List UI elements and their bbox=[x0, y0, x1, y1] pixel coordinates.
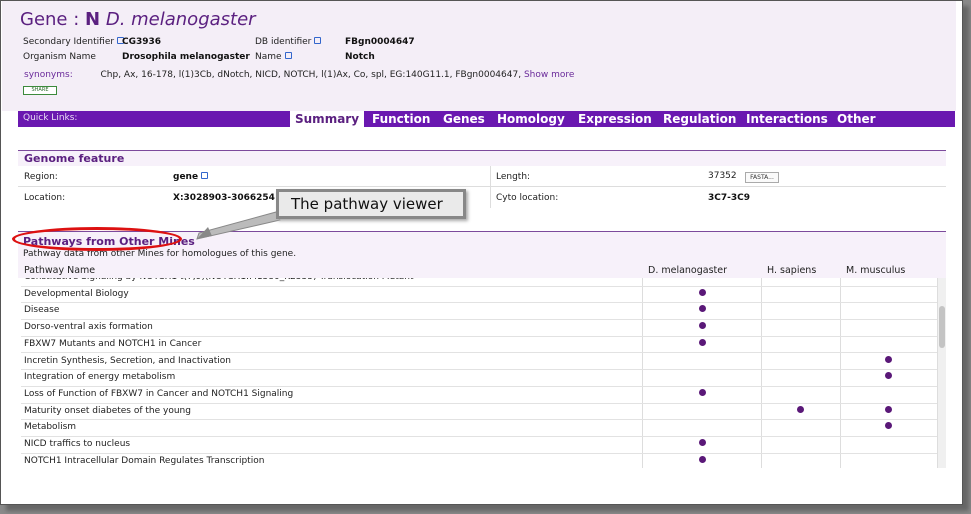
callout-arrow-icon bbox=[196, 211, 281, 240]
pathway-viewer-callout: The pathway viewer bbox=[276, 189, 466, 219]
screenshot-frame: Gene : N D. melanogaster Secondary Ident… bbox=[0, 0, 963, 505]
